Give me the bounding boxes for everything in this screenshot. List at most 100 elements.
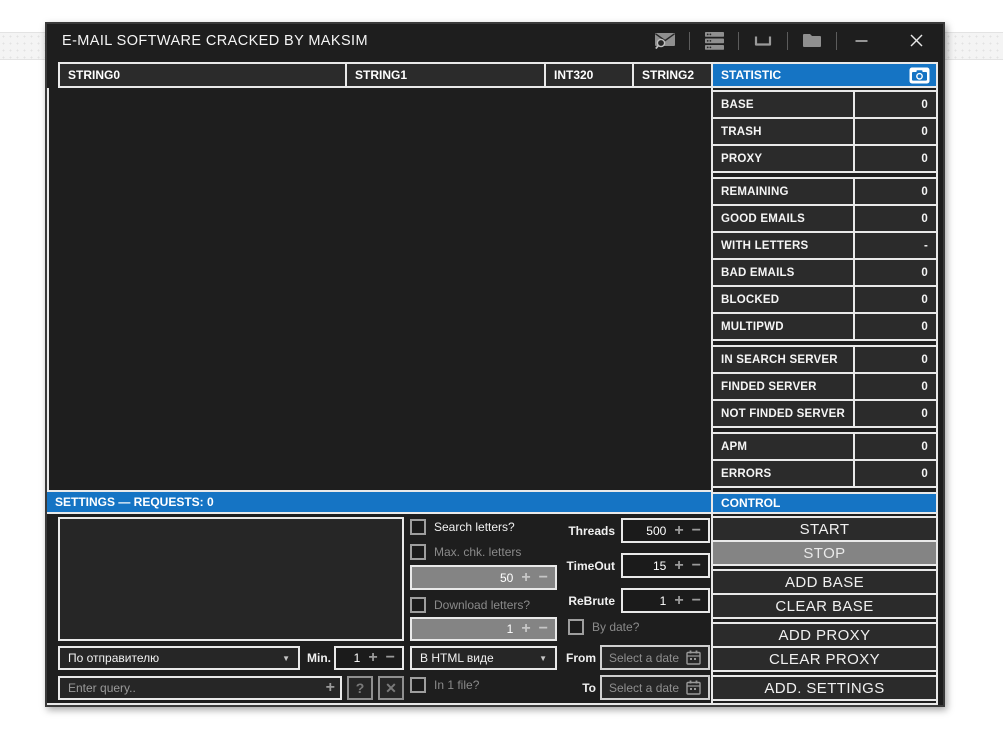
minus-icon[interactable]: − [692,558,701,574]
download-count-value: 1 [507,622,514,636]
column-header-string2[interactable]: STRING2 [634,64,711,86]
stat-label: BLOCKED [713,287,853,312]
from-date-picker[interactable]: Select a date [600,645,710,670]
by-date-row: By date? [568,619,639,635]
threads-stepper[interactable]: 500 + − [621,518,710,543]
close-button[interactable] [903,30,929,52]
minus-icon[interactable]: − [539,570,548,586]
stat-value: 0 [855,314,936,339]
client-area: STRING0 STRING1 INT320 STRING2 SETTINGS … [47,57,943,705]
control-group: START STOP [713,516,936,566]
max-chk-letters-checkbox[interactable] [410,544,426,560]
clear-base-button[interactable]: CLEAR BASE [713,595,936,617]
to-label: To [547,675,596,700]
column-header-int320[interactable]: INT320 [546,64,632,86]
titlebar-separator [787,32,788,50]
plus-icon[interactable]: + [368,650,377,666]
download-letters-label: Download letters? [434,598,530,612]
calendar-icon[interactable] [686,680,701,695]
remove-query-button[interactable]: ✕ [378,676,404,700]
rebrute-stepper[interactable]: 1 + − [621,588,710,613]
in-one-file-checkbox[interactable] [410,677,426,693]
stat-label: BASE [713,92,853,117]
search-letters-checkbox[interactable] [410,519,426,535]
threads-label: Threads [551,518,615,543]
stat-row: BASE0 [713,92,936,117]
requests-listbox[interactable] [58,517,404,641]
query-input[interactable] [58,676,342,700]
download-count-stepper[interactable]: 1 + − [410,617,557,641]
stat-value: 0 [855,287,936,312]
calendar-icon[interactable] [686,650,701,665]
camera-icon[interactable] [909,67,930,84]
statistic-header: STATISTIC [713,62,936,88]
to-date-picker[interactable]: Select a date [600,675,710,700]
stat-row: IN SEARCH SERVER0 [713,347,936,372]
timeout-stepper[interactable]: 15 + − [621,553,710,578]
minimize-button[interactable] [848,30,874,52]
format-value: В HTML виде [420,651,494,665]
stat-row: MULTIPWD0 [713,314,936,339]
clear-proxy-button[interactable]: CLEAR PROXY [713,648,936,670]
settings-panel: По отправителю ▼ Min. 1 + − + ? ✕ Search… [47,514,713,705]
add-query-icon[interactable]: + [326,679,335,697]
timeout-value: 15 [653,559,666,573]
grid-header-row: STRING0 STRING1 INT320 STRING2 [58,62,713,88]
minus-icon[interactable]: − [692,523,701,539]
format-dropdown[interactable]: В HTML виде ▼ [410,646,557,670]
stat-value: 0 [855,347,936,372]
in-one-file-row: In 1 file? [410,677,479,693]
statistic-group: IN SEARCH SERVER0 FINDED SERVER0 NOT FIN… [713,345,936,428]
stop-button[interactable]: STOP [713,542,936,564]
right-column: STATISTIC BASE0 TRASH0 PROXY0 REMAINING0 [711,62,938,705]
sender-filter-dropdown[interactable]: По отправителю ▼ [58,646,300,670]
query-input-wrap: + [58,676,342,700]
stat-row: FINDED SERVER0 [713,374,936,399]
minus-icon[interactable]: − [386,650,395,666]
stat-label: IN SEARCH SERVER [713,347,853,372]
mail-search-icon[interactable] [652,30,678,52]
titlebar[interactable]: E-MAIL SOFTWARE CRACKED BY MAKSIM [47,24,943,57]
stat-row: BLOCKED0 [713,287,936,312]
start-button[interactable]: START [713,518,936,540]
minus-icon[interactable]: − [692,593,701,609]
download-letters-checkbox[interactable] [410,597,426,613]
add-settings-button[interactable]: ADD. SETTINGS [713,677,936,699]
max-letters-value: 50 [500,571,513,585]
help-button[interactable]: ? [347,676,373,700]
rebrute-label: ReBrute [551,588,615,613]
tray-icon[interactable] [750,30,776,52]
column-header-string1[interactable]: STRING1 [347,64,544,86]
server-list-icon[interactable] [701,30,727,52]
plus-icon[interactable]: + [521,621,530,637]
minus-icon[interactable]: − [539,621,548,637]
settings-header-label: SETTINGS — REQUESTS: 0 [55,495,214,509]
plus-icon[interactable]: + [521,570,530,586]
plus-icon[interactable]: + [674,523,683,539]
stat-label: MULTIPWD [713,314,853,339]
plus-icon[interactable]: + [674,558,683,574]
plus-icon[interactable]: + [674,593,683,609]
folder-icon[interactable] [799,30,825,52]
titlebar-buttons [652,30,943,52]
titlebar-separator [836,32,837,50]
stat-row: ERRORS0 [713,461,936,486]
grid-body[interactable] [47,88,713,492]
search-letters-label: Search letters? [434,520,515,534]
by-date-checkbox[interactable] [568,619,584,635]
add-base-button[interactable]: ADD BASE [713,571,936,593]
add-proxy-button[interactable]: ADD PROXY [713,624,936,646]
column-header-string0[interactable]: STRING0 [60,64,345,86]
stat-value: - [855,233,936,258]
chevron-down-icon: ▼ [539,654,547,663]
stat-value: 0 [855,146,936,171]
statistic-group: BASE0 TRASH0 PROXY0 [713,90,936,173]
stat-label: NOT FINDED SERVER [713,401,853,426]
max-letters-stepper[interactable]: 50 + − [410,565,557,590]
min-value: 1 [354,651,361,665]
min-stepper[interactable]: 1 + − [334,646,404,670]
stat-value: 0 [855,434,936,459]
stat-value: 0 [855,179,936,204]
stat-row: APM0 [713,434,936,459]
control-header: CONTROL [713,492,936,514]
